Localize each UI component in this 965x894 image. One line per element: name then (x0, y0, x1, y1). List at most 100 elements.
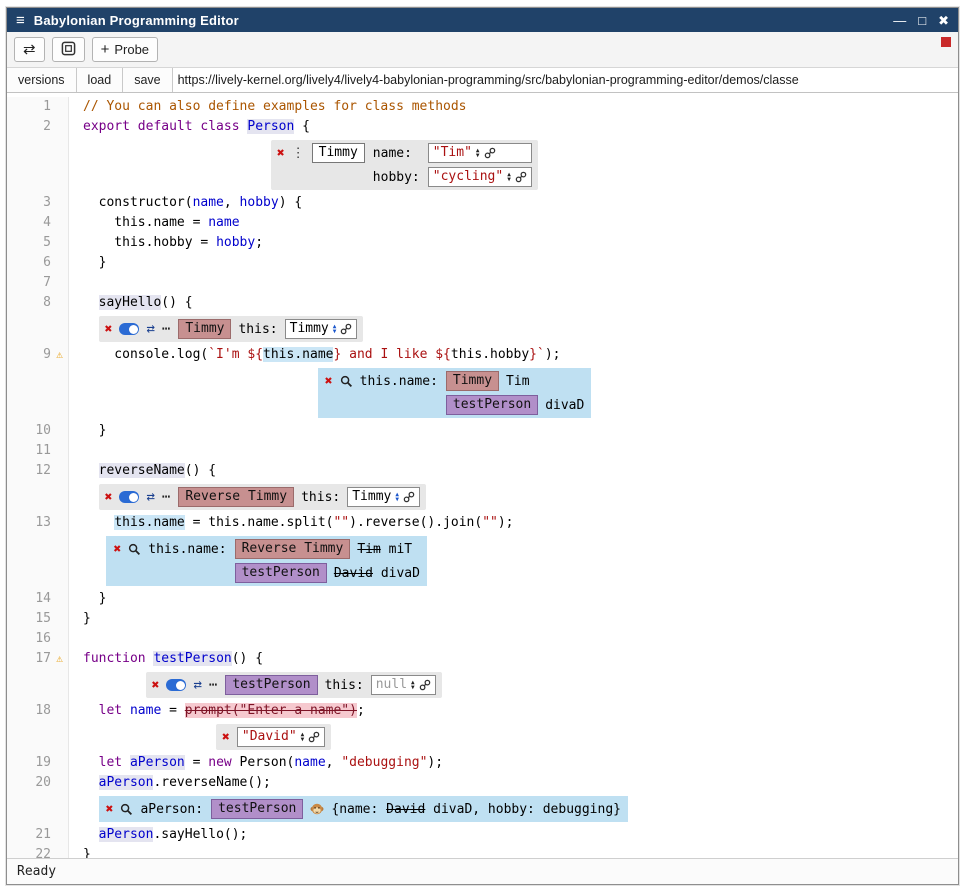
value-stepper-icon[interactable]: ▲▼ (411, 680, 415, 690)
swap-button[interactable]: ⇄ (14, 37, 45, 62)
close-widget-button[interactable]: ✖ (325, 375, 333, 388)
status-text: Ready (17, 864, 56, 879)
value-input[interactable]: null▲▼ (371, 675, 436, 695)
example-badge[interactable]: testPerson (211, 799, 303, 819)
probe-value: Tim (506, 374, 529, 389)
link-connection-icon[interactable] (484, 147, 496, 159)
code-line: 7 (7, 273, 958, 293)
gutter-cell (7, 721, 69, 753)
code-line: 15} (7, 609, 958, 629)
code-editor[interactable]: 1// You can also define examples for cla… (7, 93, 958, 858)
example-badge[interactable]: Reverse Timmy (178, 487, 294, 507)
code-line: 17⚠function testPerson() { (7, 649, 958, 669)
code-token (122, 703, 130, 718)
value-stepper-icon[interactable]: ▲▼ (476, 148, 480, 158)
code-token: .sayHello(); (153, 827, 247, 842)
example-badge[interactable]: Reverse Timmy (235, 539, 351, 559)
more-options-icon[interactable]: ⋯ (162, 490, 171, 504)
line-number: 5 (43, 233, 51, 253)
code-line: 6 } (7, 253, 958, 273)
close-widget-button[interactable]: ✖ (105, 323, 113, 336)
example-badge[interactable]: testPerson (446, 395, 538, 415)
link-connection-icon[interactable] (419, 679, 431, 691)
value-stepper-icon[interactable]: ▲▼ (301, 732, 305, 742)
add-probe-button[interactable]: + Probe (92, 37, 158, 62)
code-token: let (99, 703, 122, 718)
code-token: } (83, 423, 106, 438)
gutter-cell: 3 (7, 193, 69, 213)
link-connection-icon[interactable] (403, 491, 415, 503)
example-active-toggle[interactable] (119, 491, 139, 503)
probe-value-part: divaD (545, 398, 584, 413)
value-input[interactable]: "David"▲▼ (237, 727, 325, 747)
link-connection-icon[interactable] (308, 731, 320, 743)
code-text: reverseName() { (69, 461, 958, 481)
value-input[interactable]: "Tim"▲▼ (428, 143, 532, 163)
probe-widget: ✖aPerson:testPerson{name: David divaD, h… (99, 796, 628, 822)
example-active-toggle[interactable] (119, 323, 139, 335)
save-button[interactable]: save (123, 68, 172, 92)
titlebar[interactable]: ≡ Babylonian Programming Editor — □ ✖ (7, 8, 958, 32)
close-widget-button[interactable]: ✖ (277, 147, 285, 160)
close-widget-button[interactable]: ✖ (113, 543, 121, 556)
code-token: `I'm ${ (208, 347, 263, 362)
code-text (69, 441, 958, 461)
probe-value-part: David (386, 802, 425, 817)
gutter-cell: 19 (7, 753, 69, 773)
code-token: hobby (216, 235, 255, 250)
example-badge[interactable]: testPerson (235, 563, 327, 583)
close-widget-button[interactable]: ✖ (152, 679, 160, 692)
code-token: ; (255, 235, 263, 250)
probe-label: aPerson: (140, 802, 203, 817)
code-text: console.log(`I'm ${this.name} and I like… (69, 345, 958, 365)
example-badge[interactable]: Timmy (178, 319, 231, 339)
widget-area: ✖⇄⋯Timmythis:Timmy▲▼ (69, 313, 958, 345)
inspect-frame-button[interactable] (52, 37, 85, 62)
value-input[interactable]: "cycling"▲▼ (428, 167, 532, 187)
code-token: () { (232, 651, 263, 666)
monkey-emoji-icon (310, 802, 324, 816)
code-token: } (83, 611, 91, 626)
probe-widget: ✖this.name:TimmyTimtestPersondivaD (318, 368, 592, 418)
code-token: export default class (83, 119, 247, 134)
example-active-toggle[interactable] (166, 679, 186, 691)
value-stepper-icon[interactable]: ▲▼ (395, 492, 399, 502)
this-label: this: (301, 490, 340, 505)
gutter-cell: 13 (7, 513, 69, 533)
close-widget-button[interactable]: ✖ (106, 803, 114, 816)
code-token: Person (247, 119, 294, 134)
value-stepper-icon[interactable]: ▲▼ (333, 324, 337, 334)
minimize-button[interactable]: — (893, 14, 906, 27)
code-token: aPerson (99, 827, 154, 842)
line-number: 14 (35, 589, 51, 609)
example-badge[interactable]: testPerson (225, 675, 317, 695)
gutter-cell: 20 (7, 773, 69, 793)
more-options-icon[interactable]: ⋯ (209, 678, 218, 692)
maximize-button[interactable]: □ (918, 14, 926, 27)
more-options-icon[interactable]: ⋯ (162, 322, 171, 336)
versions-button[interactable]: versions (7, 68, 77, 92)
close-widget-button[interactable]: ✖ (222, 731, 230, 744)
code-token: this.name (114, 515, 184, 530)
code-token: ) { (279, 195, 302, 210)
gutter-cell: 1 (7, 97, 69, 117)
load-button[interactable]: load (77, 68, 124, 92)
switch-example-icon[interactable]: ⇄ (193, 678, 201, 692)
switch-example-icon[interactable]: ⇄ (146, 322, 154, 336)
example-badge[interactable]: Timmy (446, 371, 499, 391)
code-line: 3 constructor(name, hobby) { (7, 193, 958, 213)
link-connection-icon[interactable] (340, 323, 352, 335)
switch-example-icon[interactable]: ⇄ (146, 490, 154, 504)
menu-icon[interactable]: ≡ (16, 12, 25, 29)
close-widget-button[interactable]: ✖ (105, 491, 113, 504)
close-button[interactable]: ✖ (938, 14, 949, 27)
drag-handle-icon[interactable]: ⋮ (292, 146, 305, 161)
link-connection-icon[interactable] (515, 171, 527, 183)
value-input[interactable]: Timmy▲▼ (285, 319, 358, 339)
value-input[interactable]: Timmy▲▼ (347, 487, 420, 507)
probe-value-part: Tim (357, 542, 380, 557)
example-name-input[interactable]: Timmy (312, 143, 365, 163)
url-input[interactable] (173, 68, 958, 92)
line-number: 9 (43, 345, 51, 365)
value-stepper-icon[interactable]: ▲▼ (507, 172, 511, 182)
